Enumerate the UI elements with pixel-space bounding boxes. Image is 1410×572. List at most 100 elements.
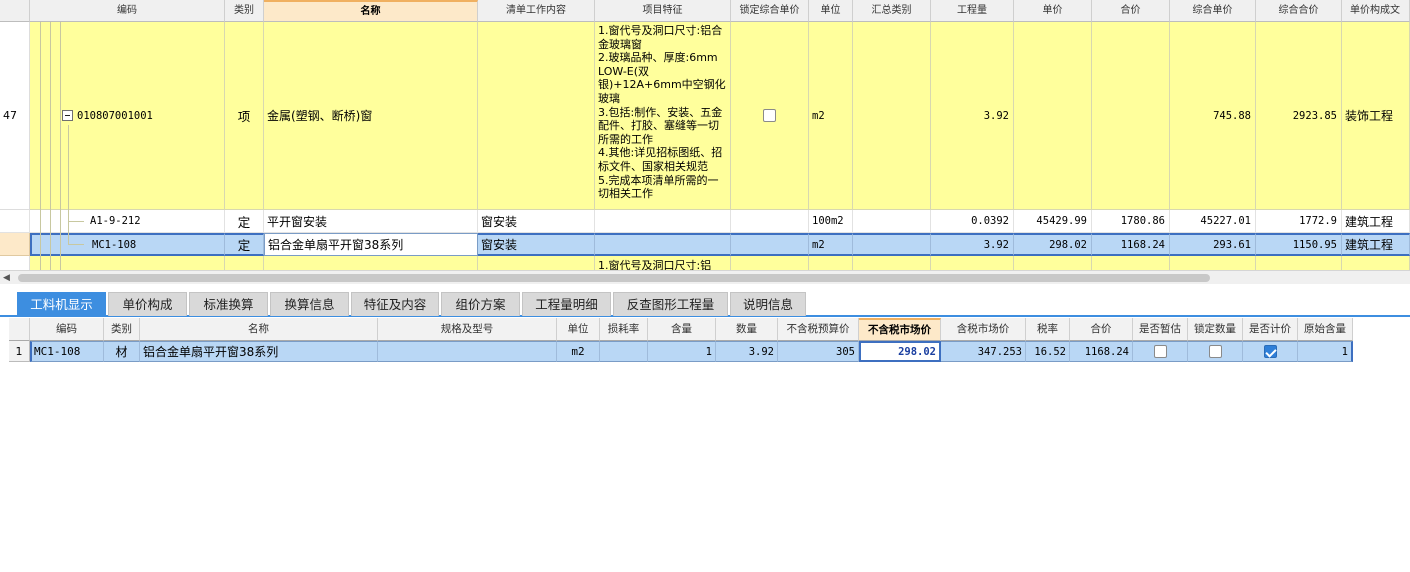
tab-standard-conversion[interactable]: 标准换算: [189, 292, 268, 316]
composition-cell[interactable]: 装饰工程: [1342, 22, 1410, 210]
comp-price-cell[interactable]: 745.88: [1170, 22, 1256, 210]
header-price-composition[interactable]: 单价构成文: [1342, 0, 1410, 22]
feature-cell[interactable]: [595, 233, 731, 256]
header-amount[interactable]: 合价: [1070, 318, 1133, 341]
tab-labor-material-machine[interactable]: 工料机显示: [17, 292, 106, 316]
tab-conversion-info[interactable]: 换算信息: [270, 292, 349, 316]
content-cell[interactable]: 1: [648, 341, 716, 362]
unit-price-cell[interactable]: [1014, 256, 1092, 270]
scrollbar-thumb[interactable]: [18, 274, 1210, 282]
comp-amount-cell[interactable]: [1256, 256, 1342, 270]
lock-quantity-checkbox[interactable]: [1208, 345, 1222, 358]
comp-price-cell[interactable]: 293.61: [1170, 233, 1256, 256]
budget-price-cell[interactable]: 305: [778, 341, 859, 362]
amount-cell[interactable]: [1092, 256, 1170, 270]
header-quantity[interactable]: 工程量: [931, 0, 1014, 22]
provisional-checkbox[interactable]: [1153, 345, 1167, 358]
header-amount[interactable]: 合价: [1092, 0, 1170, 22]
feature-cell[interactable]: 1.窗代号及洞口尺寸:铝合金玻璃窗 2.玻璃品种、厚度:6mm LOW-E(双银…: [595, 22, 731, 210]
header-lock-price[interactable]: 锁定综合单价: [731, 0, 809, 22]
horizontal-scrollbar[interactable]: ◀: [0, 270, 1410, 284]
bill-items-grid[interactable]: 编码 类别 名称 清单工作内容 项目特征 锁定综合单价 单位 汇总类别 工程量 …: [0, 0, 1410, 270]
feature-cell[interactable]: [595, 210, 731, 233]
comp-price-cell[interactable]: 45227.01: [1170, 210, 1256, 233]
lock-price-cell[interactable]: [731, 233, 809, 256]
tab-unit-price-composition[interactable]: 单价构成: [108, 292, 187, 316]
comp-price-cell[interactable]: [1170, 256, 1256, 270]
amount-cell[interactable]: 1168.24: [1092, 233, 1170, 256]
quantity-cell[interactable]: 3.92: [931, 22, 1014, 210]
quantity-cell[interactable]: 0.0392: [931, 210, 1014, 233]
tax-rate-cell[interactable]: 16.52: [1026, 341, 1070, 362]
name-cell[interactable]: 金属(塑钢、断桥)窗: [264, 22, 478, 210]
header-work-content[interactable]: 清单工作内容: [478, 0, 595, 22]
tab-quantity-detail[interactable]: 工程量明细: [522, 292, 611, 316]
header-feature[interactable]: 项目特征: [595, 0, 731, 22]
header-loss-rate[interactable]: 损耗率: [600, 318, 648, 341]
header-comp-price[interactable]: 综合单价: [1170, 0, 1256, 22]
header-content[interactable]: 含量: [648, 318, 716, 341]
header-code[interactable]: 编码: [30, 318, 104, 341]
header-unit[interactable]: 单位: [809, 0, 853, 22]
name-edit-field[interactable]: 铝合金单扇平开窗38系列: [264, 233, 478, 256]
composition-cell[interactable]: 建筑工程: [1342, 233, 1410, 256]
header-type[interactable]: 类别: [104, 318, 140, 341]
tab-features-content[interactable]: 特征及内容: [351, 292, 439, 316]
loss-rate-cell[interactable]: [600, 341, 648, 362]
unit-cell[interactable]: 100m2: [809, 210, 853, 233]
market-price-input[interactable]: 298.02: [859, 341, 941, 362]
amount-cell[interactable]: 1168.24: [1070, 341, 1133, 362]
scroll-left-icon[interactable]: ◀: [3, 273, 10, 283]
work-content-cell[interactable]: 窗安装: [478, 210, 595, 233]
lock-price-checkbox[interactable]: [763, 109, 776, 122]
header-quantity[interactable]: 数量: [716, 318, 778, 341]
summary-cell[interactable]: [853, 256, 931, 270]
summary-cell[interactable]: [853, 210, 931, 233]
type-cell[interactable]: 项: [225, 22, 264, 210]
summary-cell[interactable]: [853, 22, 931, 210]
tax-market-price-cell[interactable]: 347.253: [941, 341, 1026, 362]
header-name[interactable]: 名称: [264, 0, 478, 22]
header-lock-quantity[interactable]: 锁定数量: [1188, 318, 1243, 341]
unit-cell[interactable]: [809, 256, 853, 270]
work-content-cell[interactable]: [478, 256, 595, 270]
original-content-cell[interactable]: 1: [1298, 341, 1353, 362]
type-cell[interactable]: 定: [225, 210, 264, 233]
quantity-cell[interactable]: 3.92: [931, 233, 1014, 256]
tab-description-info[interactable]: 说明信息: [730, 292, 806, 316]
spec-cell[interactable]: [378, 341, 557, 362]
quantity-cell[interactable]: 3.92: [716, 341, 778, 362]
comp-amount-cell[interactable]: 1772.9: [1256, 210, 1342, 233]
lock-quantity-cell[interactable]: [1188, 341, 1243, 362]
header-original-content[interactable]: 原始含量: [1298, 318, 1353, 341]
priced-checkbox[interactable]: [1263, 345, 1277, 358]
unit-price-cell[interactable]: 45429.99: [1014, 210, 1092, 233]
name-cell[interactable]: 平开窗安装: [264, 210, 478, 233]
header-tax-market-price[interactable]: 含税市场价: [941, 318, 1026, 341]
header-market-price[interactable]: 不含税市场价: [859, 318, 941, 341]
unit-price-cell[interactable]: 298.02: [1014, 233, 1092, 256]
quantity-cell[interactable]: [931, 256, 1014, 270]
header-budget-price[interactable]: 不含税预算价: [778, 318, 859, 341]
composition-cell[interactable]: 建筑工程: [1342, 210, 1410, 233]
header-unit[interactable]: 单位: [557, 318, 600, 341]
header-tax-rate[interactable]: 税率: [1026, 318, 1070, 341]
header-comp-amount[interactable]: 综合合价: [1256, 0, 1342, 22]
header-summary-type[interactable]: 汇总类别: [853, 0, 931, 22]
provisional-cell[interactable]: [1133, 341, 1188, 362]
collapse-icon[interactable]: [62, 110, 73, 121]
lock-price-cell[interactable]: [731, 256, 809, 270]
unit-cell[interactable]: m2: [809, 233, 853, 256]
unit-cell[interactable]: m2: [557, 341, 600, 362]
header-unit-price[interactable]: 单价: [1014, 0, 1092, 22]
priced-cell[interactable]: [1243, 341, 1298, 362]
composition-cell[interactable]: [1342, 256, 1410, 270]
work-content-cell[interactable]: 窗安装: [478, 233, 595, 256]
header-provisional[interactable]: 是否暂估: [1133, 318, 1188, 341]
unit-price-cell[interactable]: [1014, 22, 1092, 210]
header-priced[interactable]: 是否计价: [1243, 318, 1298, 341]
type-cell[interactable]: [225, 256, 264, 270]
type-cell[interactable]: 定: [225, 233, 264, 256]
amount-cell[interactable]: 1780.86: [1092, 210, 1170, 233]
header-type[interactable]: 类别: [225, 0, 264, 22]
